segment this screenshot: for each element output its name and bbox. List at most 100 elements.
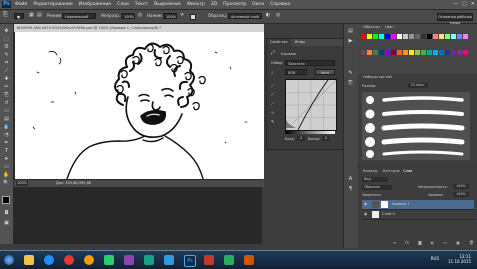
app-icon[interactable] xyxy=(244,255,254,265)
color-swatch[interactable] xyxy=(451,34,456,39)
color-swatch[interactable] xyxy=(409,49,414,55)
menu-view[interactable]: Просмотр xyxy=(223,1,246,8)
clone-source-panel-icon[interactable]: ⎘ xyxy=(347,80,354,87)
color-swatch[interactable] xyxy=(379,34,384,39)
color-swatch[interactable] xyxy=(385,49,390,55)
curves-graph[interactable] xyxy=(285,79,337,131)
pressure-opacity-icon[interactable]: ◎ xyxy=(138,12,142,18)
brush-list[interactable] xyxy=(362,92,470,160)
close-button[interactable]: ✕ xyxy=(471,1,475,7)
color-swatch[interactable] xyxy=(391,34,396,39)
lasso-tool-icon[interactable]: ʘ xyxy=(3,44,10,51)
color-swatch[interactable] xyxy=(403,49,408,55)
brush-panel-icon[interactable]: ▦ xyxy=(29,12,34,18)
foreground-color-swatch[interactable] xyxy=(2,196,10,204)
pencil-draw-icon[interactable]: ✎ xyxy=(271,117,274,126)
brush-tool-icon[interactable]: ✏ xyxy=(3,84,10,91)
blend-mode-select[interactable]: Обычные xyxy=(362,185,392,190)
sample-gray-eyedropper-icon[interactable]: ⟋ xyxy=(271,90,274,99)
color-swatch[interactable] xyxy=(403,34,408,39)
tab-swatches[interactable]: Образцы xyxy=(360,24,383,31)
menu-image[interactable]: Изображение xyxy=(79,1,111,8)
menu-file[interactable]: Файл xyxy=(15,1,27,8)
quick-mask-icon[interactable]: ◘ xyxy=(3,210,10,217)
flow-field[interactable]: 100% xyxy=(163,13,177,19)
menu-3d[interactable]: 3D xyxy=(211,1,217,8)
color-swatch[interactable] xyxy=(415,34,420,39)
blur-tool-icon[interactable]: 💧 xyxy=(3,124,10,131)
color-swatch[interactable] xyxy=(463,49,468,55)
shape-tool-icon[interactable]: ▭ xyxy=(3,164,10,171)
quick-select-tool-icon[interactable]: ✎ xyxy=(3,52,10,59)
crop-tool-icon[interactable]: ⌗ xyxy=(3,60,10,67)
menu-filter[interactable]: Фильтр xyxy=(187,1,205,8)
add-mask-icon[interactable]: ◙ xyxy=(418,240,422,246)
color-swatch[interactable] xyxy=(457,49,462,55)
sample-black-eyedropper-icon[interactable]: ⟋ xyxy=(271,81,274,90)
new-group-icon[interactable]: ▭ xyxy=(443,240,447,246)
workspace-select[interactable]: Основная рабочая среда xyxy=(437,13,473,25)
paragraph-panel-icon[interactable]: ¶ xyxy=(347,186,354,193)
actions-panel-icon[interactable]: ▶ xyxy=(347,38,354,45)
menu-layers[interactable]: Слои xyxy=(117,1,129,8)
color-swatch[interactable] xyxy=(463,34,468,39)
zoom-field[interactable]: 100% xyxy=(16,181,28,186)
brush-presets-title[interactable]: Наборы кистей xyxy=(360,74,395,81)
mode-select[interactable]: Нормальный xyxy=(62,13,96,19)
menu-window[interactable]: Окно xyxy=(252,1,264,8)
output-field[interactable]: 0 xyxy=(322,136,330,141)
color-swatch[interactable] xyxy=(433,34,438,39)
move-tool-icon[interactable]: ✥ xyxy=(3,28,10,35)
fill-field[interactable]: 100% xyxy=(453,192,469,197)
color-swatch[interactable] xyxy=(439,49,444,55)
color-swatch[interactable] xyxy=(439,34,444,39)
character-panel-icon[interactable]: A xyxy=(347,176,354,183)
maximize-button[interactable]: ▢ xyxy=(462,1,467,7)
brush-preset-picker[interactable]: ● xyxy=(14,13,24,19)
delete-layer-icon[interactable]: 🗑 xyxy=(469,240,474,246)
tab-properties[interactable]: Свойства xyxy=(267,39,291,46)
app-icon[interactable] xyxy=(224,255,234,265)
app-icon[interactable] xyxy=(124,255,134,265)
browser-icon[interactable] xyxy=(44,255,54,265)
dodge-tool-icon[interactable]: ◔ xyxy=(3,132,10,139)
brush-panel-icon[interactable]: ✎ xyxy=(347,70,354,77)
tab-info[interactable]: Инфо xyxy=(292,40,308,44)
system-clock[interactable]: 12:11 11.10.2015 xyxy=(448,254,471,264)
visibility-eye-icon[interactable]: ◉ xyxy=(364,200,367,209)
sample-white-eyedropper-icon[interactable]: ⟋ xyxy=(271,99,274,108)
channel-select[interactable]: RGB xyxy=(285,69,307,75)
curve-edit-icon[interactable]: ∿ xyxy=(271,108,274,117)
document-size-info[interactable]: Док: 395,6K/395,6K xyxy=(56,180,91,187)
adjustment-layer-icon[interactable]: ◐ xyxy=(431,240,435,246)
minimize-button[interactable]: — xyxy=(453,1,458,7)
color-swatch[interactable] xyxy=(379,49,384,55)
history-brush-tool-icon[interactable]: ↺ xyxy=(3,100,10,107)
photoshop-taskbar-icon[interactable]: Ps xyxy=(184,255,196,267)
start-button-icon[interactable] xyxy=(4,255,14,265)
aligned-checkbox[interactable] xyxy=(190,14,196,20)
pen-tool-icon[interactable]: ✒ xyxy=(3,140,10,147)
layer-opacity-field[interactable]: 100% xyxy=(453,184,469,189)
screen-mode-icon[interactable]: ▣ xyxy=(3,220,10,227)
color-swatch[interactable] xyxy=(361,34,366,39)
color-swatch[interactable] xyxy=(367,49,372,55)
path-select-tool-icon[interactable]: ➤ xyxy=(3,156,10,163)
color-swatch[interactable] xyxy=(421,49,426,55)
layer-style-icon[interactable]: fx xyxy=(405,240,409,246)
layer-name[interactable]: Слой 0 xyxy=(382,210,395,219)
opera-icon[interactable] xyxy=(64,255,74,265)
image-canvas[interactable] xyxy=(15,32,264,179)
color-swatch[interactable] xyxy=(373,34,378,39)
zoom-tool-icon[interactable]: 🔍 xyxy=(3,180,10,187)
document-tab[interactable]: 8f50f9f5-4f4f-4475-9f1f-b5f0cd7c5f6a.psd… xyxy=(14,24,264,32)
healing-brush-tool-icon[interactable]: ✚ xyxy=(3,76,10,83)
input-field[interactable]: 0 xyxy=(297,136,305,141)
type-tool-icon[interactable]: T xyxy=(3,148,10,155)
tab-layers[interactable]: Слои xyxy=(400,168,416,175)
color-swatch[interactable] xyxy=(367,34,372,39)
preset-select[interactable]: Заказная xyxy=(285,60,335,66)
visibility-eye-icon[interactable]: ◉ xyxy=(364,210,367,219)
app-icon[interactable] xyxy=(204,255,214,265)
clone-stamp-tool-icon[interactable]: ⎘ xyxy=(3,92,10,99)
